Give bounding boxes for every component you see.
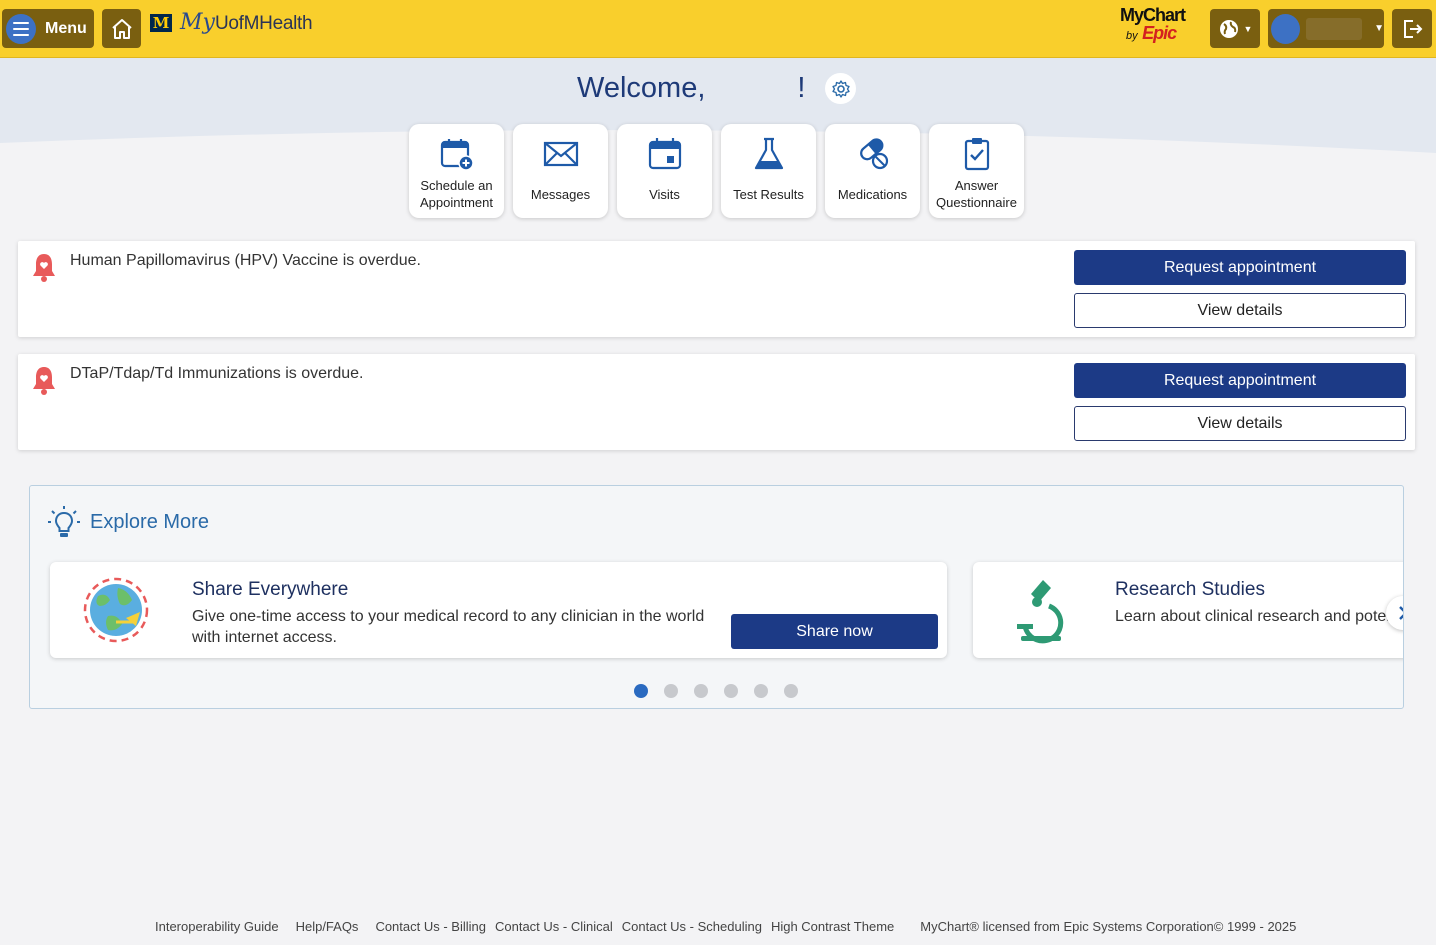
tile-label: Test Results (733, 186, 804, 202)
tile-label: Schedule an Appointment (420, 178, 493, 210)
patient-name-redacted (705, 75, 797, 103)
tile-label: Messages (530, 186, 591, 202)
reminder-message: DTaP/Tdap/Td Immunizations is overdue. (70, 365, 364, 382)
footer-link-contact-scheduling[interactable]: Contact Us - Scheduling (622, 919, 762, 934)
carousel-dot[interactable] (724, 684, 738, 698)
tile-test-results[interactable]: Test Results (721, 124, 816, 218)
home-button[interactable] (102, 9, 141, 48)
user-name-redacted (1306, 17, 1363, 40)
footer-link-interoperability[interactable]: Interoperability Guide (155, 919, 279, 934)
avatar (1271, 13, 1301, 44)
umich-block-m-logo: M (150, 14, 172, 32)
carousel-dot[interactable] (784, 684, 798, 698)
tile-label: Answer Questionnaire (936, 178, 1017, 210)
language-button[interactable]: ▼ (1210, 9, 1260, 48)
personalize-settings-button[interactable] (825, 73, 856, 104)
card-description-line: with internet access. (192, 629, 337, 646)
mychart-wordmark: MyChart (1120, 5, 1186, 25)
share-now-button[interactable]: Share now (731, 614, 938, 649)
tile-visits[interactable]: Visits (617, 124, 712, 218)
bell-icon (33, 367, 55, 395)
card-description: Learn about clinical research and potent… (1115, 608, 1403, 625)
view-details-button[interactable]: View details (1074, 293, 1406, 328)
welcome-greeting: Welcome, (577, 72, 706, 104)
carousel-dot[interactable] (754, 684, 768, 698)
calendar-plus-icon (440, 139, 474, 171)
footer-link-high-contrast[interactable]: High Contrast Theme (771, 919, 894, 934)
gear-icon (831, 79, 850, 98)
card-title: Research Studies (1115, 579, 1265, 600)
home-icon (111, 18, 132, 39)
myuofmhealth-logo[interactable]: My UofMHealth (180, 10, 313, 40)
microscope-icon (1017, 580, 1064, 644)
account-menu-button[interactable]: ▼ (1268, 9, 1384, 48)
carousel-dot[interactable] (694, 684, 708, 698)
tile-label: Medications (837, 186, 908, 202)
logout-icon (1404, 19, 1423, 38)
bell-icon (33, 254, 55, 282)
view-details-button[interactable]: View details (1074, 406, 1406, 441)
card-description: Give one-time access to your medical rec… (192, 606, 704, 648)
flask-icon (754, 137, 783, 170)
top-bar: Menu M My UofMHealth MyChart by Epic ▼ ▼ (0, 0, 1436, 58)
explore-more-title: Explore More (90, 510, 209, 533)
logo-uofmhealth: UofMHealth (214, 13, 313, 34)
card-description-line: Give one-time access to your medical rec… (192, 608, 705, 625)
carousel-dot[interactable] (634, 684, 648, 698)
health-reminder-card: DTaP/Tdap/Td Immunizations is overdue. R… (18, 354, 1415, 450)
envelope-icon (543, 141, 578, 167)
footer: Interoperability Guide Help/FAQs Contact… (155, 919, 1296, 934)
globe-share-icon (83, 577, 149, 643)
logo-my: My (180, 10, 215, 35)
tile-medications[interactable]: Medications (825, 124, 920, 218)
welcome-exclaim: ! (797, 72, 806, 104)
menu-label: Menu (45, 19, 87, 37)
chevron-right-icon (1399, 606, 1403, 620)
explore-more-header: Explore More (46, 504, 209, 540)
tile-label: Visits (649, 186, 680, 202)
request-appointment-button[interactable]: Request appointment (1074, 250, 1406, 285)
explore-card-share-everywhere: Share Everywhere Give one-time access to… (50, 562, 947, 658)
carousel-pagination (634, 684, 798, 698)
mychart-by-epic-logo: MyChart by Epic (1120, 6, 1200, 50)
clipboard-check-icon (964, 138, 989, 171)
menu-button[interactable]: Menu (2, 9, 94, 48)
health-reminder-card: Human Papillomavirus (HPV) Vaccine is ov… (18, 241, 1415, 337)
globe-icon (1219, 19, 1238, 38)
lightbulb-icon (48, 506, 80, 537)
footer-link-contact-billing[interactable]: Contact Us - Billing (375, 919, 486, 934)
chevron-down-icon: ▼ (1243, 23, 1253, 34)
epic-wordmark: Epic (1142, 23, 1177, 43)
explore-more-section: Explore More Share Everywhere Give one-t… (29, 485, 1404, 709)
footer-license: MyChart® licensed from Epic Systems Corp… (920, 919, 1297, 934)
chevron-down-icon: ▼ (1374, 23, 1384, 34)
by-text: by (1126, 30, 1138, 42)
card-title: Share Everywhere (192, 579, 349, 600)
reminder-message: Human Papillomavirus (HPV) Vaccine is ov… (70, 252, 421, 269)
carousel-dot[interactable] (664, 684, 678, 698)
logout-button[interactable] (1392, 9, 1432, 48)
tile-messages[interactable]: Messages (513, 124, 608, 218)
footer-link-help[interactable]: Help/FAQs (296, 919, 359, 934)
tile-schedule-appointment[interactable]: Schedule an Appointment (409, 124, 504, 218)
pills-icon (859, 138, 888, 170)
hamburger-icon (6, 13, 36, 44)
tile-answer-questionnaire[interactable]: Answer Questionnaire (929, 124, 1024, 218)
footer-link-contact-clinical[interactable]: Contact Us - Clinical (495, 919, 613, 934)
calendar-icon (648, 138, 681, 170)
request-appointment-button[interactable]: Request appointment (1074, 363, 1406, 398)
explore-card-research-studies: Research Studies Learn about clinical re… (973, 562, 1403, 658)
welcome-heading: Welcome, ! (577, 72, 805, 105)
